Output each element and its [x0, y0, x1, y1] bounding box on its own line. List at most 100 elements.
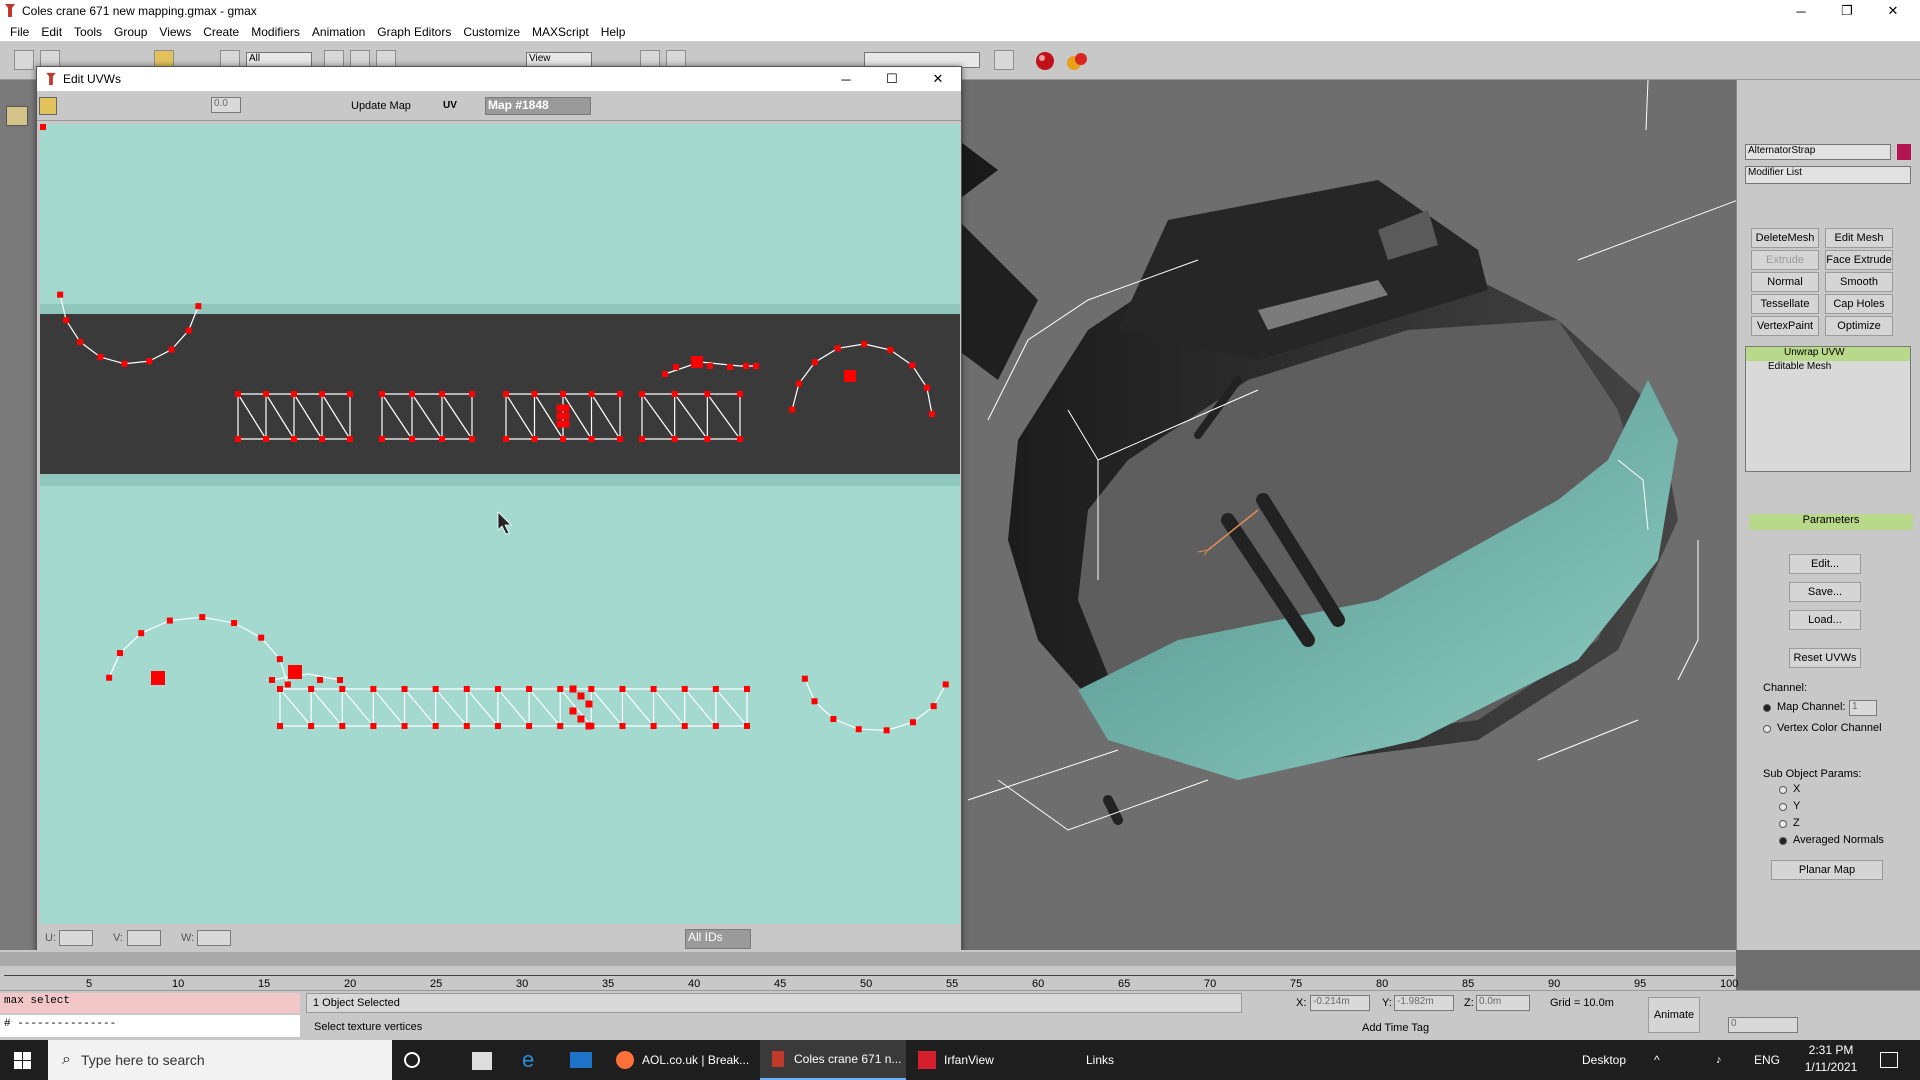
menu-views[interactable]: Views [153, 25, 197, 39]
uv-vertex[interactable] [619, 723, 626, 729]
uv-vertex[interactable] [562, 420, 570, 428]
vertex-color-channel-radio[interactable] [1763, 725, 1771, 733]
uv-vertex[interactable] [168, 346, 175, 353]
uv-vertex[interactable] [106, 674, 113, 681]
uv-vertex[interactable] [789, 406, 796, 413]
perspective-viewport[interactable] [958, 80, 1736, 950]
uv-vertex[interactable] [577, 715, 585, 723]
v-field[interactable] [127, 930, 161, 946]
uv-vertex[interactable] [887, 346, 894, 353]
uv-vertex[interactable] [743, 363, 749, 369]
uv-vertex[interactable] [284, 681, 291, 688]
uv-vertex[interactable] [432, 686, 439, 692]
map-select[interactable]: Map #1848 [485, 97, 591, 115]
uv-vertex[interactable] [77, 338, 84, 345]
uv-vertex[interactable] [263, 391, 269, 397]
weld-icon[interactable] [135, 97, 153, 115]
desktop-toolbar[interactable]: Desktop [1582, 1040, 1626, 1080]
vertexpaint-button[interactable]: VertexPaint [1751, 316, 1819, 336]
uv-vertex[interactable] [379, 436, 385, 442]
uv-vertex[interactable] [681, 723, 688, 729]
uv-vertex[interactable] [269, 677, 275, 683]
menu-maxscript[interactable]: MAXScript [526, 25, 595, 39]
uv-vertex[interactable] [691, 356, 703, 368]
uv-vertex[interactable] [526, 723, 533, 729]
z-coord-field[interactable]: 0.0m [1476, 995, 1530, 1011]
uv-vertex[interactable] [347, 391, 353, 397]
uv-vertex[interactable] [503, 391, 509, 397]
uv-vertex[interactable] [463, 686, 470, 692]
menu-help[interactable]: Help [595, 25, 632, 39]
edge-icon[interactable]: e [522, 1049, 544, 1071]
render-scene-icon[interactable] [1066, 50, 1088, 72]
uv-vertex[interactable] [308, 686, 315, 692]
uv-vertex[interactable] [339, 723, 346, 729]
uv-vertex[interactable] [57, 291, 64, 298]
uv-vertex[interactable] [930, 703, 937, 710]
object-color-swatch[interactable] [1897, 144, 1911, 160]
uv-vertex[interactable] [409, 391, 415, 397]
uv-vertex[interactable] [639, 391, 645, 397]
uv-vertex[interactable] [942, 681, 949, 688]
uv-vertex[interactable] [288, 665, 302, 679]
uv-vertex[interactable] [469, 436, 475, 442]
uv-vertex[interactable] [439, 391, 445, 397]
taskbar-search-box[interactable]: ⌕ Type here to search [48, 1040, 392, 1080]
menu-file[interactable]: File [4, 25, 35, 39]
deletemesh-button[interactable]: DeleteMesh [1751, 228, 1819, 248]
uv-vertex[interactable] [258, 634, 265, 641]
uv-vertex[interactable] [639, 436, 645, 442]
volume-icon[interactable]: ♪ [1716, 1040, 1722, 1080]
undo-button[interactable] [14, 50, 34, 70]
uv-vertex[interactable] [494, 723, 501, 729]
uv-vertex[interactable] [662, 371, 668, 377]
uv-vertex[interactable] [277, 686, 283, 692]
axis-z-radio[interactable] [1779, 820, 1787, 828]
uv-vertex[interactable] [556, 420, 564, 428]
menu-customize[interactable]: Customize [457, 25, 526, 39]
stack-item-editable-mesh[interactable]: Editable Mesh [1746, 361, 1910, 375]
uv-vertex[interactable] [277, 723, 283, 729]
zoom-region-icon[interactable] [851, 930, 869, 948]
uv-vertex[interactable] [671, 391, 678, 397]
uv-vertex[interactable] [531, 391, 538, 397]
save-uvw-button[interactable]: Save... [1789, 582, 1861, 602]
uv-vertex[interactable] [401, 723, 408, 729]
uv-vertex[interactable] [370, 686, 377, 692]
x-coord-field[interactable]: -0.214m [1310, 995, 1370, 1011]
scale-vertex-icon[interactable] [83, 97, 101, 115]
uv-vertex[interactable] [556, 404, 564, 412]
uv-vertex[interactable] [199, 614, 206, 621]
axis-y-radio[interactable] [1779, 803, 1787, 811]
uv-vertex[interactable] [291, 436, 297, 442]
uv-vertex[interactable] [291, 391, 297, 397]
time-slider-track[interactable] [0, 952, 1736, 966]
maxscript-listener-output[interactable]: # --------------- [0, 1015, 300, 1037]
uv-vertex[interactable] [40, 124, 46, 130]
uv-vertex[interactable] [557, 723, 564, 729]
uv-vertex[interactable] [562, 404, 570, 412]
extrude-button[interactable]: Extrude [1751, 250, 1819, 270]
ids-select[interactable]: All IDs [685, 929, 751, 949]
taskbar-app-gmax[interactable]: Coles crane 671 n... [760, 1040, 906, 1080]
uv-vertex[interactable] [463, 723, 470, 729]
uvw-maximize-button[interactable]: ☐ [869, 67, 915, 91]
uv-vertex[interactable] [588, 391, 595, 397]
modifier-list-select[interactable]: Modifier List [1745, 166, 1911, 184]
maxscript-listener-input[interactable]: max select [0, 993, 300, 1013]
stack-item-unwrap-uvw[interactable]: Unwrap UVW [1746, 347, 1910, 361]
uv-vertex[interactable] [617, 391, 623, 397]
map-channel-radio[interactable] [1763, 704, 1771, 712]
uv-vertex[interactable] [146, 358, 153, 365]
uv-vertex[interactable] [650, 686, 657, 692]
uv-vertex[interactable] [681, 686, 688, 692]
uv-vertex[interactable] [801, 675, 808, 682]
freeze-icon[interactable] [627, 930, 645, 948]
planar-map-button[interactable]: Planar Map [1771, 860, 1883, 880]
uv-vertex[interactable] [650, 723, 657, 729]
taskbar-app-irfanview[interactable]: IrfanView [912, 1040, 1052, 1080]
timeline[interactable]: 5 10 15 20 25 30 35 40 45 50 55 60 65 70 75 80 85 90 95 100 [0, 950, 1738, 990]
current-frame-field[interactable]: 0 [1728, 1017, 1798, 1033]
parameters-rollout-title[interactable]: Parameters [1749, 514, 1913, 530]
map-channel-spinner[interactable]: 1 [1849, 700, 1877, 716]
